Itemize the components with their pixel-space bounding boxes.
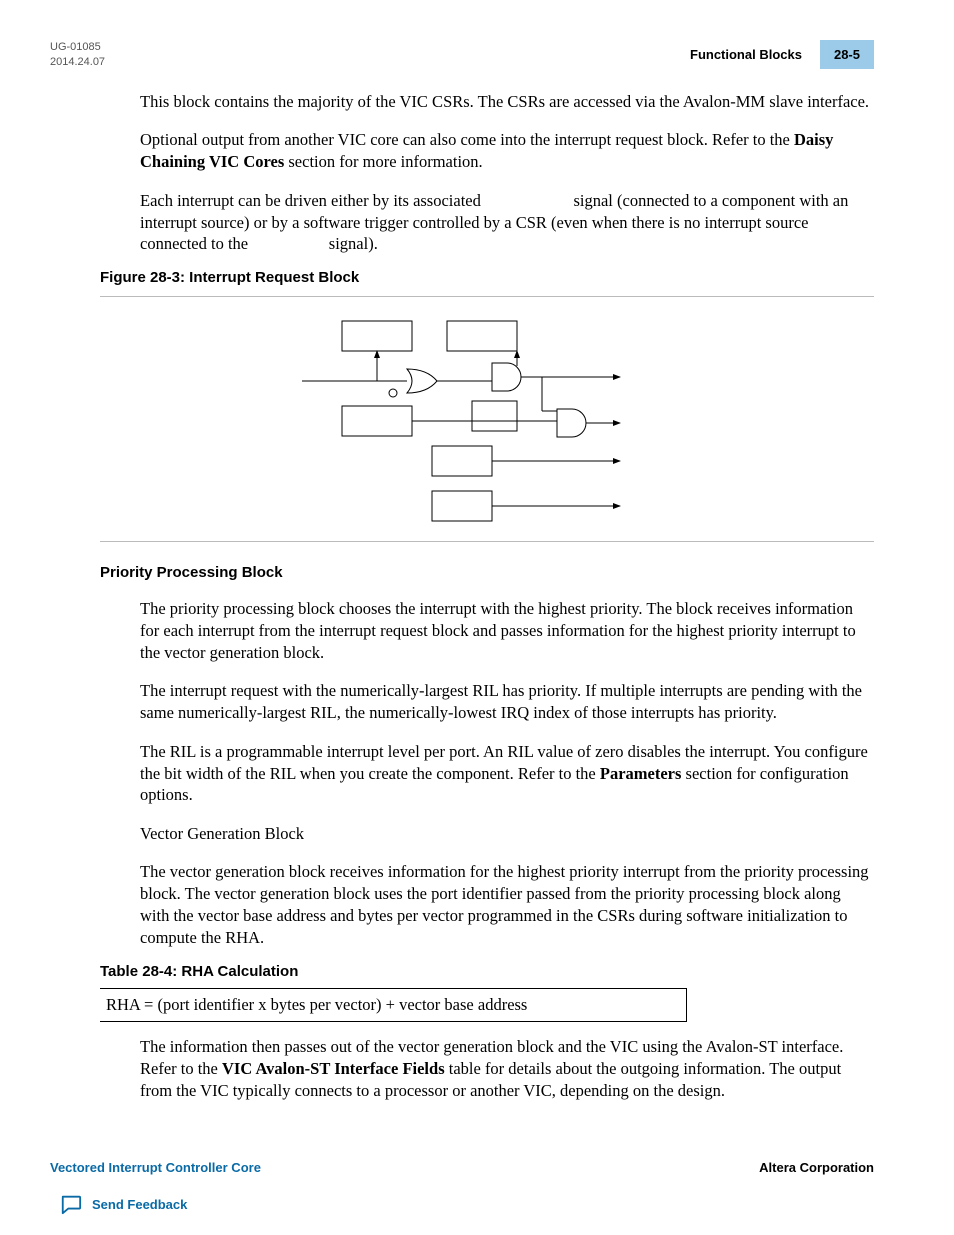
paragraph: The vector generation block receives inf… [140,861,874,949]
feedback-label: Send Feedback [92,1197,187,1212]
figure-rule [100,296,874,297]
paragraph: The priority processing block chooses th… [140,598,874,664]
paragraph: Each interrupt can be driven either by i… [140,190,874,256]
send-feedback-link[interactable]: Send Feedback [60,1193,187,1215]
header-title-block: Functional Blocks 28-5 [690,40,874,69]
footer-right: Altera Corporation [759,1160,874,1175]
table: RHA = (port identifier x bytes per vecto… [100,988,874,1022]
page-number: 28-5 [820,40,874,69]
figure-caption: Figure 28-3: Interrupt Request Block [100,269,874,286]
paragraph: Vector Generation Block [140,823,874,845]
inline-ref: VIC Avalon-ST Interface Fields [222,1059,445,1078]
table-cell: RHA = (port identifier x bytes per vecto… [100,989,687,1022]
section-title: Functional Blocks [690,47,802,62]
header-meta: UG-01085 2014.24.07 [50,40,105,71]
interrupt-block-diagram [302,311,622,531]
table-caption: Table 28-4: RHA Calculation [100,963,874,980]
feedback-icon [60,1193,82,1215]
footer-left: Vectored Interrupt Controller Core [50,1160,261,1175]
paragraph: The RIL is a programmable interrupt leve… [140,741,874,807]
page-footer: Vectored Interrupt Controller Core Alter… [50,1160,874,1175]
doc-id: UG-01085 [50,40,105,55]
paragraph: This block contains the majority of the … [140,91,874,113]
paragraph: The information then passes out of the v… [140,1036,874,1102]
paragraph: The interrupt request with the numerical… [140,680,874,724]
inline-ref: Parameters [600,764,682,783]
section-heading: Priority Processing Block [100,564,874,581]
doc-date: 2014.24.07 [50,55,105,70]
paragraph: Optional output from another VIC core ca… [140,129,874,173]
page-header: UG-01085 2014.24.07 Functional Blocks 28… [50,40,874,71]
figure-rule [100,541,874,542]
figure-diagram [50,311,874,531]
